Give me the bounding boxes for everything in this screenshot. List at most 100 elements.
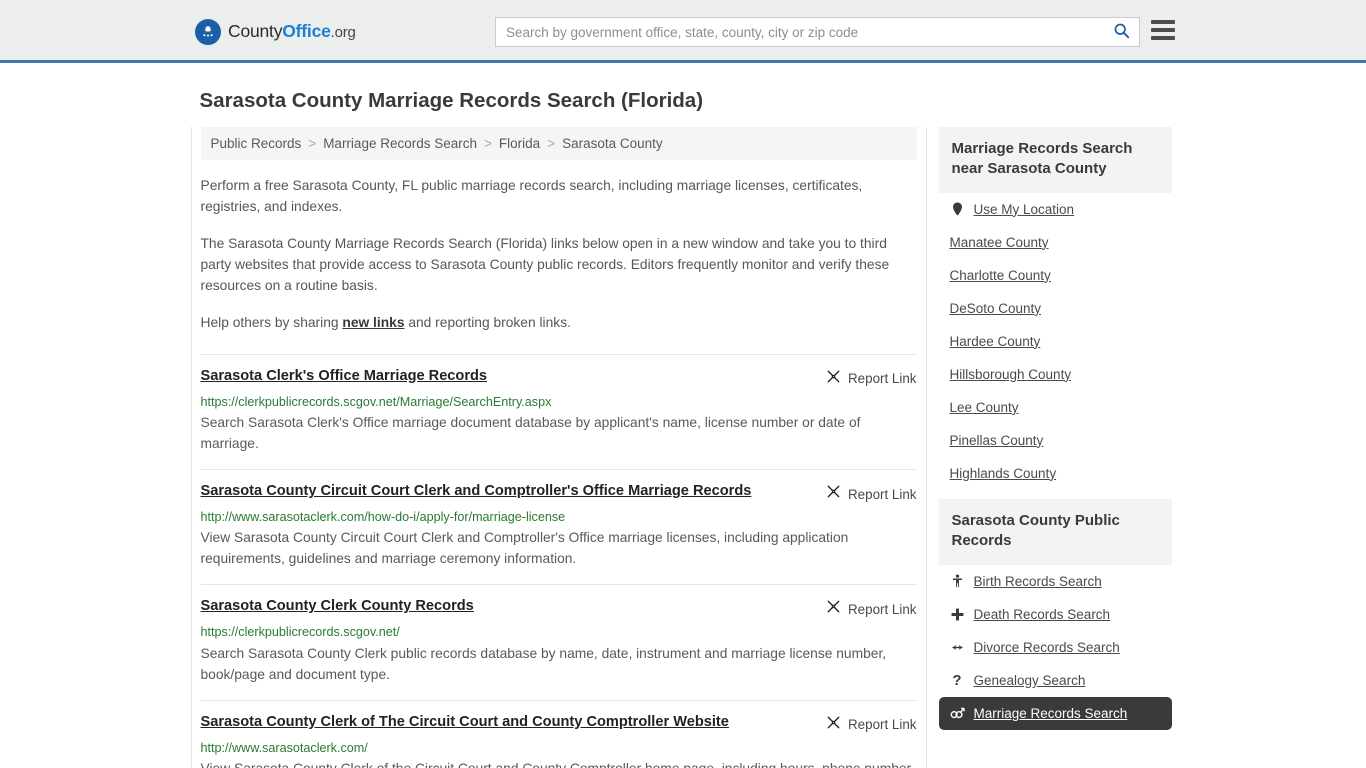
result-header: Sarasota County Clerk County Records Rep… xyxy=(201,598,917,619)
logo-text-county: County xyxy=(228,21,283,42)
result-title-link[interactable]: Sarasota County Clerk of The Circuit Cou… xyxy=(201,714,729,732)
list-item: Birth Records Search xyxy=(939,565,1172,598)
result-header: Sarasota County Circuit Court Clerk and … xyxy=(201,483,917,504)
main-column: Public Records > Marriage Records Search… xyxy=(190,127,927,768)
sidebar-item-hillsborough-county[interactable]: Hillsborough County xyxy=(939,358,1172,391)
site-logo[interactable]: CountyOffice.org xyxy=(195,19,356,45)
new-links-link[interactable]: new links xyxy=(342,315,404,330)
result-description: View Sarasota County Clerk of the Circui… xyxy=(201,759,917,768)
sidebar-item-charlotte-county[interactable]: Charlotte County xyxy=(939,259,1172,292)
broken-link-icon xyxy=(826,715,841,735)
broken-link-icon xyxy=(826,484,841,504)
hamburger-bar xyxy=(1151,20,1175,24)
sidebar-item-label: Death Records Search xyxy=(973,606,1111,622)
sidebar-item-manatee-county[interactable]: Manatee County xyxy=(939,226,1172,259)
list-item: Death Records Search xyxy=(939,598,1172,631)
eagle-seal-icon xyxy=(195,19,221,45)
sidebar-nearby-list: Use My Location Manatee County Charlotte… xyxy=(939,193,1172,490)
result-title-link[interactable]: Sarasota County Circuit Court Clerk and … xyxy=(201,483,752,501)
hamburger-menu-icon[interactable] xyxy=(1151,20,1175,40)
report-link-button[interactable]: Report Link xyxy=(826,715,917,735)
intro-text: Perform a free Sarasota County, FL publi… xyxy=(201,176,917,334)
result-description: Search Sarasota Clerk's Office marriage … xyxy=(200,415,861,452)
sidebar-item-highlands-county[interactable]: Highlands County xyxy=(939,457,1172,490)
result-header: Sarasota Clerk's Office Marriage Records xyxy=(201,368,917,389)
sidebar-item-pinellas-county[interactable]: Pinellas County xyxy=(939,424,1172,457)
logo-text-office: Office xyxy=(282,21,331,42)
list-item: DeSoto County xyxy=(939,292,1172,325)
result-header: Sarasota County Clerk of The Circuit Cou… xyxy=(201,714,917,735)
sidebar-item-label: Hillsborough County xyxy=(949,366,1072,382)
intro-paragraph-3: Help others by sharing new links and rep… xyxy=(201,313,917,334)
breadcrumb-separator: > xyxy=(547,136,556,151)
broken-link-icon xyxy=(826,369,841,389)
content-columns: Public Records > Marriage Records Search… xyxy=(190,127,1176,768)
result-title-link[interactable]: Sarasota Clerk's Office Marriage Records xyxy=(201,368,488,386)
sidebar-item-label: Manatee County xyxy=(949,234,1049,250)
sidebar-item-label: Charlotte County xyxy=(949,267,1051,283)
report-link-button[interactable]: Report Link xyxy=(826,484,917,504)
result-url: https://clerkpublicrecords.scgov.net/ xyxy=(200,625,400,640)
sidebar-item-label: Birth Records Search xyxy=(973,573,1102,589)
breadcrumb-separator: > xyxy=(308,136,317,151)
sidebar-item-divorce-records-search[interactable]: Divorce Records Search xyxy=(939,631,1172,664)
breadcrumb-item-florida[interactable]: Florida xyxy=(499,136,540,151)
site-header: CountyOffice.org xyxy=(0,0,1366,63)
list-item: Marriage Records Search xyxy=(938,696,1172,730)
map-pin-icon xyxy=(950,202,965,216)
breadcrumb-item-marriage-records-search[interactable]: Marriage Records Search xyxy=(323,136,477,151)
sidebar-item-label: Marriage Records Search xyxy=(973,705,1128,721)
list-item: Hardee County xyxy=(939,325,1172,358)
intro-paragraph-2: The Sarasota County Marriage Records Sea… xyxy=(200,235,890,293)
logo-text-org: .org xyxy=(330,24,356,42)
page-title: Sarasota County Marriage Records Search … xyxy=(199,89,704,112)
gender-symbols-icon xyxy=(950,707,965,720)
sidebar-item-genealogy-search[interactable]: ? Genealogy Search xyxy=(939,664,1172,697)
list-item: Lee County xyxy=(939,391,1172,424)
sidebar-item-desoto-county[interactable]: DeSoto County xyxy=(939,292,1172,325)
list-item: Hillsborough County xyxy=(939,358,1172,391)
results-list: Sarasota Clerk's Office Marriage Records xyxy=(200,353,917,768)
result-item: Sarasota Clerk's Office Marriage Records xyxy=(200,353,917,469)
hamburger-bar xyxy=(1151,28,1175,32)
result-title-link[interactable]: Sarasota County Clerk County Records xyxy=(201,598,474,616)
sidebar-item-label: Use My Location xyxy=(973,201,1075,217)
cross-icon xyxy=(950,608,965,621)
sidebar-heading-nearby: Marriage Records Search near Sarasota Co… xyxy=(938,127,1172,193)
sidebar-item-label: DeSoto County xyxy=(949,300,1042,316)
sidebar: Marriage Records Search near Sarasota Co… xyxy=(938,127,1172,768)
baby-icon xyxy=(950,574,965,588)
logo-wordmark: CountyOffice.org xyxy=(228,23,356,41)
result-item: Sarasota County Clerk County Records Rep… xyxy=(200,584,917,699)
sidebar-heading-public-records: Sarasota County Public Records xyxy=(938,498,1172,565)
sidebar-item-label: Lee County xyxy=(949,399,1019,415)
sidebar-item-birth-records-search[interactable]: Birth Records Search xyxy=(939,565,1172,598)
breadcrumb-item-public-records[interactable]: Public Records xyxy=(211,136,302,151)
sidebar-item-use-my-location[interactable]: Use My Location xyxy=(939,193,1172,226)
report-link-button[interactable]: Report Link xyxy=(826,369,917,389)
sidebar-item-lee-county[interactable]: Lee County xyxy=(939,391,1172,424)
result-item: Sarasota County Circuit Court Clerk and … xyxy=(200,469,917,584)
result-item: Sarasota County Clerk of The Circuit Cou… xyxy=(200,699,917,768)
sidebar-item-label: Highlands County xyxy=(949,465,1057,481)
sidebar-item-hardee-county[interactable]: Hardee County xyxy=(939,325,1172,358)
search-icon xyxy=(1113,22,1130,42)
result-url: http://www.sarasotaclerk.com/ xyxy=(200,740,368,755)
sidebar-item-marriage-records-search[interactable]: Marriage Records Search xyxy=(938,696,1172,730)
search-button[interactable] xyxy=(1103,18,1139,46)
breadcrumb-separator: > xyxy=(484,136,492,151)
sidebar-card-nearby: Marriage Records Search near Sarasota Co… xyxy=(938,127,1172,490)
list-item: Pinellas County xyxy=(939,424,1172,457)
breadcrumb: Public Records > Marriage Records Search… xyxy=(200,127,917,160)
result-description: Search Sarasota County Clerk public reco… xyxy=(200,645,887,682)
page-body: Sarasota County Marriage Records Search … xyxy=(0,89,1366,768)
report-link-label: Report Link xyxy=(848,486,917,502)
sidebar-item-death-records-search[interactable]: Death Records Search xyxy=(939,598,1172,631)
sidebar-public-records-list: Birth Records Search Death Records Searc… xyxy=(938,565,1172,730)
sidebar-item-label: Pinellas County xyxy=(949,432,1044,448)
report-link-button[interactable]: Report Link xyxy=(826,599,917,619)
breadcrumb-item-sarasota-county: Sarasota County xyxy=(562,136,663,151)
sidebar-card-public-records: Sarasota County Public Records Birth Rec… xyxy=(938,498,1172,730)
sidebar-item-label: Genealogy Search xyxy=(973,672,1086,688)
search-input[interactable] xyxy=(496,18,1103,46)
